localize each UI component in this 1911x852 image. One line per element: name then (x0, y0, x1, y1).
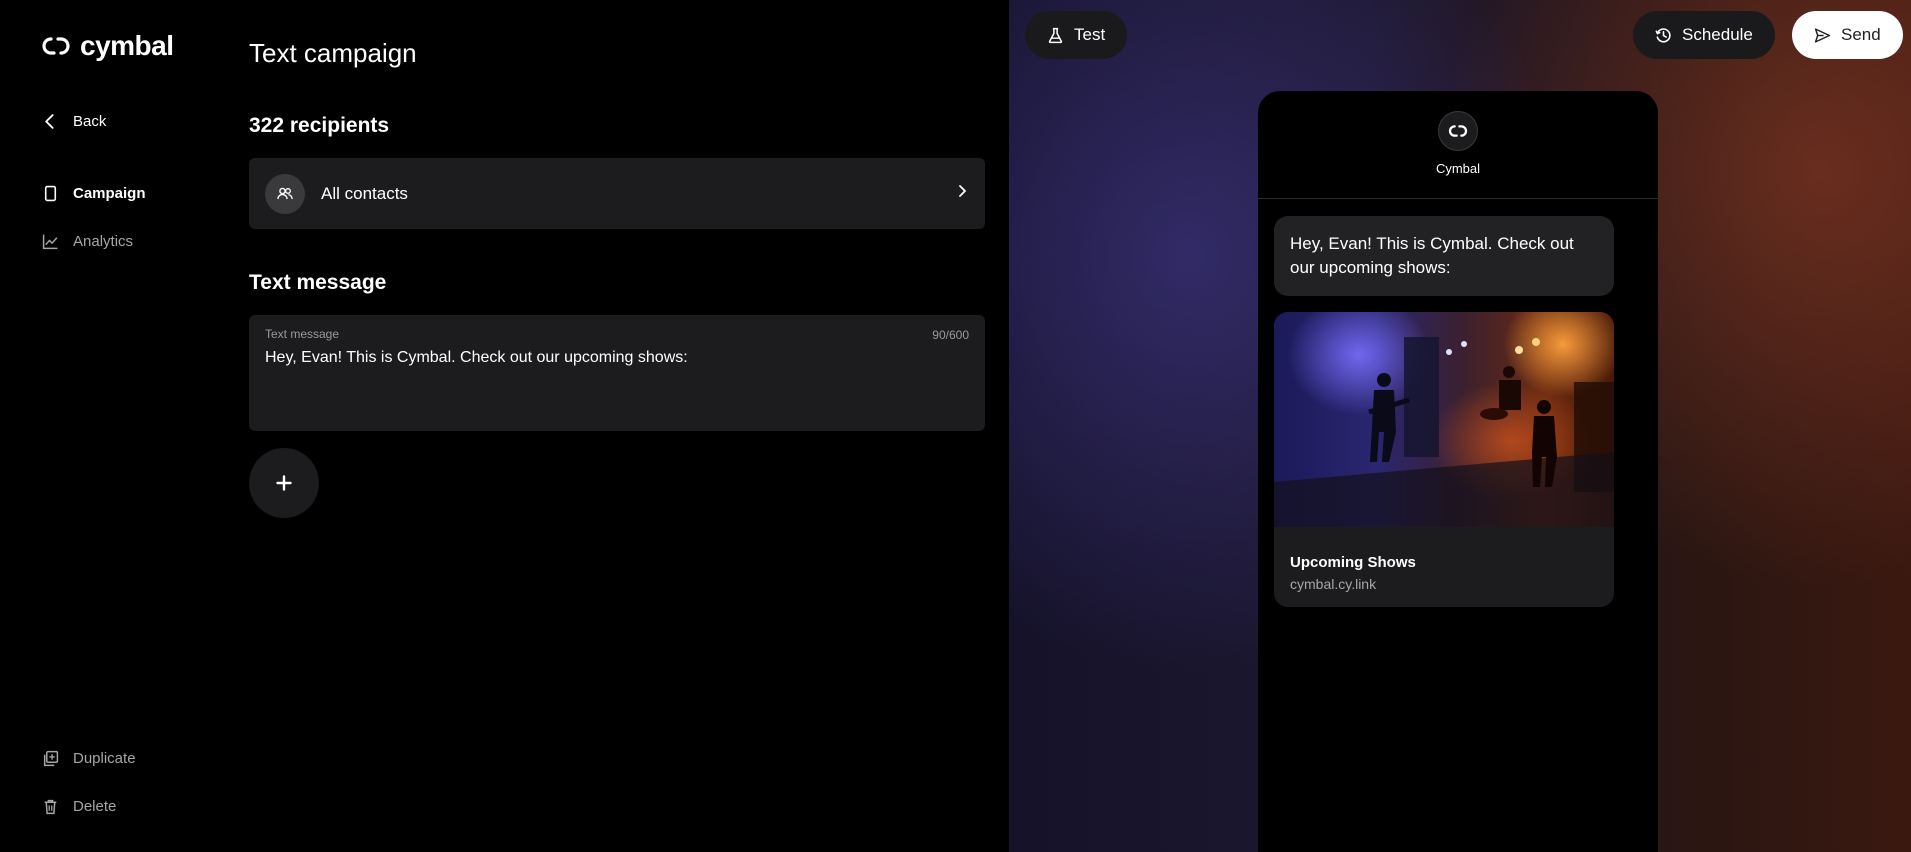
back-label: Back (73, 113, 107, 130)
concert-scene (1274, 337, 1614, 527)
sidebar-item-campaign[interactable]: Campaign (42, 185, 146, 202)
flask-icon (1048, 27, 1063, 43)
cymbal-logo-icon (42, 37, 70, 55)
message-input[interactable]: Hey, Evan! This is Cymbal. Check out our… (265, 349, 969, 367)
chart-icon (42, 234, 58, 250)
back-button[interactable]: Back (42, 113, 106, 130)
send-label: Send (1841, 25, 1881, 44)
contacts-avatar (265, 173, 305, 214)
contacts-selector[interactable]: All contacts (249, 158, 985, 229)
send-button[interactable]: Send (1792, 11, 1903, 59)
message-field[interactable]: Text message 90/600 Hey, Evan! This is C… (249, 315, 985, 431)
message-field-label: Text message (265, 327, 340, 341)
schedule-button[interactable]: Schedule (1633, 11, 1775, 59)
chevron-left-icon (45, 114, 54, 129)
chevron-right-icon (955, 184, 969, 203)
card-title: Upcoming Shows (1290, 554, 1416, 571)
sidebar-item-analytics[interactable]: Analytics (42, 233, 133, 250)
sidebar: cymbal Back Campaign Analytics Duplicate… (0, 0, 230, 852)
preview-panel: Test Schedule Send Cymbal Hey, Evan! Thi… (1009, 0, 1911, 852)
plus-icon (276, 475, 292, 491)
send-icon (1814, 27, 1831, 43)
duplicate-label: Duplicate (73, 750, 136, 767)
logo[interactable]: cymbal (38, 30, 174, 62)
duplicate-icon (43, 750, 59, 767)
trash-icon (44, 799, 57, 815)
sidebar-item-label: Campaign (73, 185, 146, 202)
clock-history-icon (1655, 27, 1671, 43)
link-preview-card[interactable]: Upcoming Shows cymbal.cy.link (1274, 312, 1614, 607)
sidebar-item-label: Analytics (73, 233, 134, 250)
delete-label: Delete (73, 798, 117, 815)
card-link[interactable]: cymbal.cy.link (1290, 576, 1614, 592)
recipients-count: 322 recipients (249, 114, 390, 137)
contacts-label: All contacts (321, 183, 408, 203)
sender-name: Cymbal (1435, 161, 1481, 176)
phone-header: Cymbal (1258, 91, 1658, 199)
sender-avatar (1438, 111, 1478, 151)
add-content-button[interactable] (249, 448, 319, 518)
users-icon (277, 187, 293, 199)
message-section-title: Text message (249, 271, 387, 294)
test-button[interactable]: Test (1025, 11, 1128, 59)
phone-preview: Cymbal Hey, Evan! This is Cymbal. Check … (1258, 91, 1658, 852)
test-label: Test (1074, 25, 1106, 44)
page-title: Text campaign (249, 38, 417, 68)
cymbal-logo-icon (1448, 125, 1468, 137)
message-bubble: Hey, Evan! This is Cymbal. Check out our… (1274, 216, 1614, 296)
character-count: 90/600 (932, 328, 969, 342)
concert-image (1274, 312, 1614, 527)
phone-icon (44, 185, 57, 202)
brand-name: cymbal (80, 30, 174, 61)
delete-button[interactable]: Delete (42, 798, 116, 815)
schedule-label: Schedule (1682, 25, 1753, 44)
duplicate-button[interactable]: Duplicate (42, 750, 136, 767)
